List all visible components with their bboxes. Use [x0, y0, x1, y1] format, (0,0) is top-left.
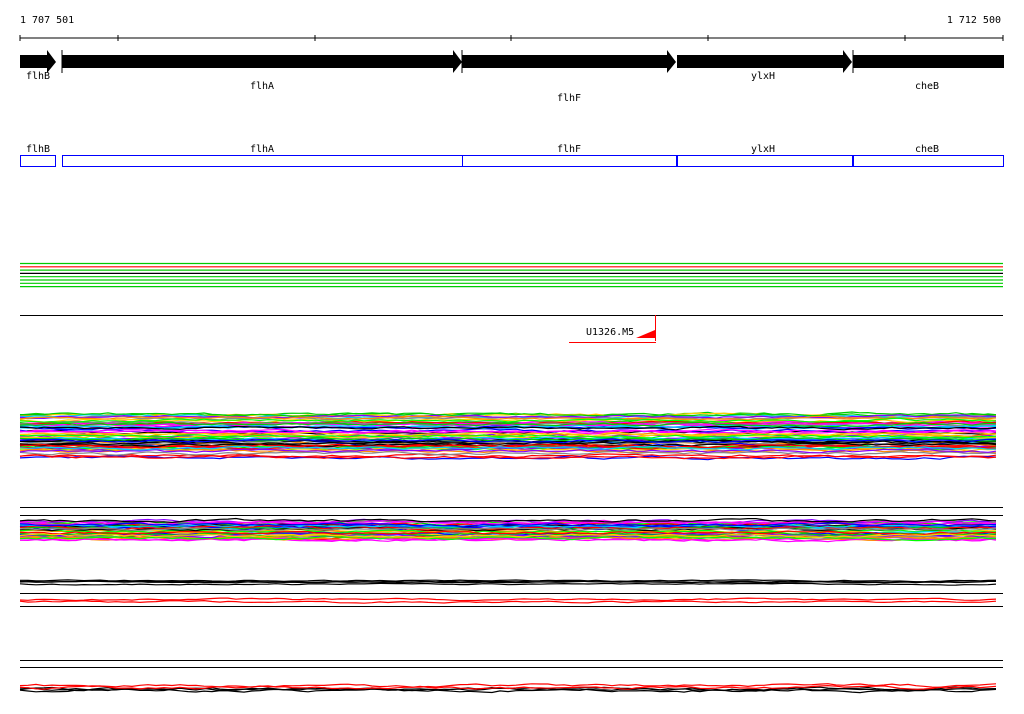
gene-label-flhB: flhB [26, 71, 50, 82]
genome-browser-canvas: 1 707 501 1 712 500 flhB flhA flhF ylxH … [19, 15, 1004, 694]
expression-band-3 [19, 579, 997, 604]
gene-track: flhB flhA flhF ylxH cheB [20, 50, 1004, 104]
gene-arrow-flhA[interactable] [62, 50, 462, 73]
cds-label-cheB: cheB [915, 144, 939, 155]
cds-box-flhA[interactable] [62, 155, 463, 167]
feature-track: U1326.M5 [20, 315, 1003, 343]
gene-label-flhF: flhF [557, 93, 581, 104]
cds-box-flhF[interactable] [462, 155, 677, 167]
cds-label-ylxH: ylxH [751, 144, 775, 155]
feature-marker[interactable] [636, 330, 655, 338]
cds-label-flhB: flhB [26, 144, 50, 155]
cds-track: flhB flhA flhF ylxH cheB [20, 144, 1004, 167]
gene-arrow-flhB[interactable] [20, 50, 56, 73]
ruler [19, 35, 1004, 41]
signal-line [19, 599, 997, 604]
ruler-end-label: 1 712 500 [947, 15, 1001, 26]
gene-arrow-ylxH[interactable] [677, 50, 852, 73]
signal-line [19, 582, 997, 586]
expression-band-1 [19, 411, 997, 461]
signal-line [19, 597, 997, 602]
gene-arrow-flhF[interactable] [462, 50, 676, 73]
cds-label-flhA: flhA [250, 144, 274, 155]
cds-box-cheB[interactable] [853, 155, 1004, 167]
expression-band-2 [19, 517, 997, 543]
gene-label-cheB: cheB [915, 81, 939, 92]
feature-label[interactable]: U1326.M5 [586, 327, 634, 338]
gene-label-ylxH: ylxH [751, 71, 775, 82]
cds-box-ylxH[interactable] [677, 155, 853, 167]
gene-label-flhA: flhA [250, 81, 274, 92]
expression-band-4 [19, 683, 997, 694]
ruler-start-label: 1 707 501 [20, 15, 74, 26]
cds-label-flhF: flhF [557, 144, 581, 155]
gene-arrow-cheB[interactable] [853, 55, 1004, 68]
cds-box-flhB[interactable] [20, 155, 56, 167]
flat-signal-track [20, 262, 1003, 288]
expression-track-4-borders [20, 660, 1003, 668]
expression-track-2-borders [20, 507, 1003, 516]
